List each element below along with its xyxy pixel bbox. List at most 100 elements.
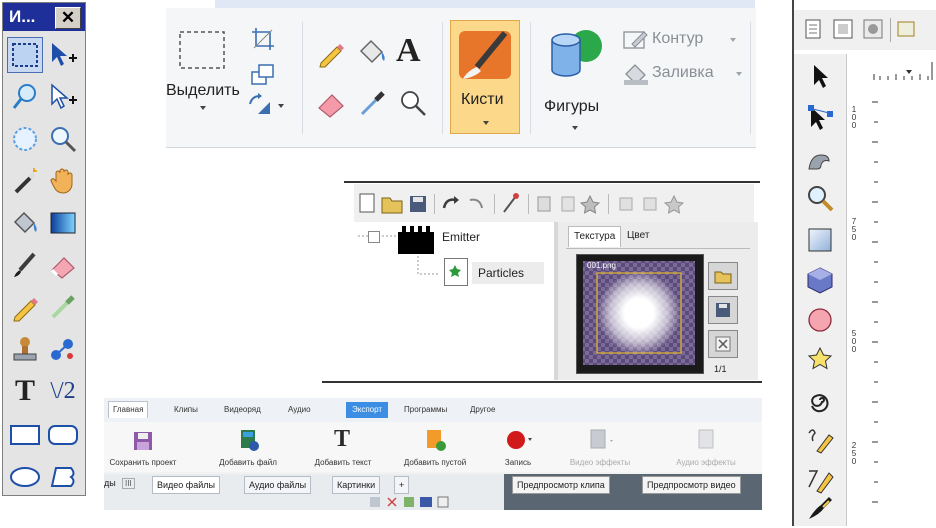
tweak-tool[interactable] — [800, 138, 840, 178]
tab-export[interactable]: Экспорт — [346, 402, 389, 418]
rotate-button[interactable] — [246, 90, 286, 116]
zoom-tool[interactable] — [45, 121, 81, 157]
node-edit-tool[interactable] — [800, 98, 840, 138]
add-file-button[interactable]: Добавить файл — [216, 424, 280, 472]
ribbon-separator — [442, 22, 443, 134]
settings-icon — [437, 496, 449, 508]
zoom-tool[interactable] — [800, 178, 840, 218]
line-curve-tool[interactable]: \/2 — [45, 373, 81, 409]
pencil-icon — [319, 44, 344, 68]
spiral-tool[interactable] — [800, 380, 840, 420]
video-editor-ribbon: Сохранить проект Добавить файл T Добавит… — [104, 422, 762, 472]
move-selection-tool[interactable] — [45, 37, 81, 73]
tab-audio-files[interactable]: Аудио файлы — [244, 476, 312, 494]
text-tool[interactable]: T — [7, 373, 43, 409]
toolbox-title: И... — [9, 7, 36, 26]
add-file-label: Добавить файл — [219, 458, 277, 467]
select-button[interactable] — [178, 30, 226, 70]
calligraphy-tool[interactable] — [800, 488, 840, 528]
shapes-button[interactable] — [546, 26, 606, 82]
vector-editor-toolbar — [794, 10, 936, 50]
rectangle-tool[interactable] — [800, 220, 840, 260]
magnifier-button[interactable] — [398, 88, 428, 118]
tab-clips[interactable]: Клипы — [174, 402, 198, 418]
tree-collapse-toggle[interactable] — [368, 231, 380, 243]
outline-pen-icon — [623, 31, 648, 49]
pencil-tool[interactable] — [7, 289, 43, 325]
rectangle-tool[interactable] — [7, 417, 43, 453]
video-effects-button[interactable]: Видео эффекты — [564, 424, 636, 472]
outline-button[interactable] — [622, 28, 650, 52]
tree-node-emitter[interactable]: Emitter — [442, 230, 480, 244]
recolor-tool[interactable] — [45, 331, 81, 367]
add-text-button[interactable]: T Добавить текст — [310, 424, 376, 472]
toolbox-close-button[interactable]: ✕ — [55, 7, 81, 29]
rounded-rectangle-tool[interactable] — [45, 417, 81, 453]
texture-file-name: 001.png — [587, 261, 616, 270]
tab-color[interactable]: Цвет — [622, 226, 654, 246]
fill-button[interactable] — [356, 36, 388, 68]
partial-tab-label[interactable]: ды — [104, 478, 116, 488]
pan-tool[interactable] — [45, 163, 81, 199]
record-button[interactable]: Запись — [498, 424, 538, 472]
lasso-tool[interactable] — [7, 79, 43, 115]
tab-texture[interactable]: Текстура — [568, 226, 622, 247]
add-tab-button[interactable]: + — [394, 476, 410, 494]
resize-button[interactable] — [250, 62, 276, 88]
tab-video-preview[interactable]: Предпросмотр видео — [642, 476, 741, 494]
hollow-arrow-plus-icon — [51, 83, 77, 110]
vertical-ruler: 1 0 0 7 5 0 5 0 0 2 5 0 — [848, 82, 878, 526]
freeform-shape-icon — [50, 467, 75, 487]
brushes-button[interactable]: Кисти — [450, 20, 520, 134]
brush-tool[interactable] — [7, 247, 43, 283]
tab-audio[interactable]: Аудио — [288, 402, 311, 418]
select-arrow-tool[interactable] — [800, 56, 840, 96]
new-file-icon — [359, 193, 375, 213]
open-texture-button[interactable] — [708, 262, 738, 290]
tab-pictures[interactable]: Картинки — [332, 476, 381, 494]
fill-tool[interactable] — [7, 205, 43, 241]
paint-bucket-icon — [359, 39, 385, 64]
tree-node-particles[interactable]: Particles — [472, 262, 544, 284]
freeform-shape-tool[interactable] — [45, 459, 81, 495]
rect-select-tool[interactable] — [7, 37, 43, 73]
color-picker-button[interactable] — [358, 88, 388, 118]
ellipse-select-tool[interactable] — [7, 121, 43, 157]
eraser-button[interactable] — [316, 88, 346, 118]
text-button[interactable]: A — [396, 32, 421, 70]
audio-effects-label: Аудио эффекты — [676, 458, 736, 467]
rect-select-icon — [12, 43, 38, 67]
3d-box-tool[interactable] — [800, 260, 840, 300]
ellipse-tool[interactable] — [7, 459, 43, 495]
grid-view-icon — [370, 497, 380, 507]
eraser-tool[interactable] — [45, 247, 81, 283]
tab-clip-preview[interactable]: Предпросмотр клипа — [512, 476, 610, 494]
tab-home[interactable]: Главная — [108, 401, 149, 418]
drawing-canvas[interactable] — [878, 82, 936, 526]
select-dropdown-arrow-icon[interactable] — [200, 106, 206, 112]
tree-lines — [358, 235, 440, 275]
pencil-tool[interactable] — [800, 420, 840, 460]
eraser-icon — [50, 257, 75, 279]
tab-video-files[interactable]: Видео файлы — [152, 476, 220, 494]
audio-effects-button[interactable]: Аудио эффекты — [670, 424, 742, 472]
color-picker-tool[interactable] — [45, 289, 81, 325]
crop-button[interactable] — [250, 26, 276, 52]
fill-shape-button[interactable] — [622, 60, 650, 86]
outline-label: Контур — [652, 30, 704, 47]
delete-texture-button[interactable] — [708, 330, 738, 358]
pencil-button[interactable] — [316, 38, 346, 68]
direct-select-tool[interactable] — [45, 79, 81, 115]
add-empty-button[interactable]: Добавить пустой — [400, 424, 470, 472]
tab-programs[interactable]: Программы — [404, 402, 447, 418]
magic-wand-icon — [14, 168, 37, 194]
magic-wand-tool[interactable] — [7, 163, 43, 199]
tab-video[interactable]: Видеоряд — [224, 402, 261, 418]
save-texture-button[interactable] — [708, 296, 738, 324]
save-project-button[interactable]: Сохранить проект — [108, 424, 178, 472]
star-tool[interactable] — [800, 340, 840, 380]
ellipse-tool[interactable] — [800, 300, 840, 340]
gradient-tool[interactable] — [45, 205, 81, 241]
tab-other[interactable]: Другое — [470, 402, 495, 418]
clone-stamp-tool[interactable] — [7, 331, 43, 367]
